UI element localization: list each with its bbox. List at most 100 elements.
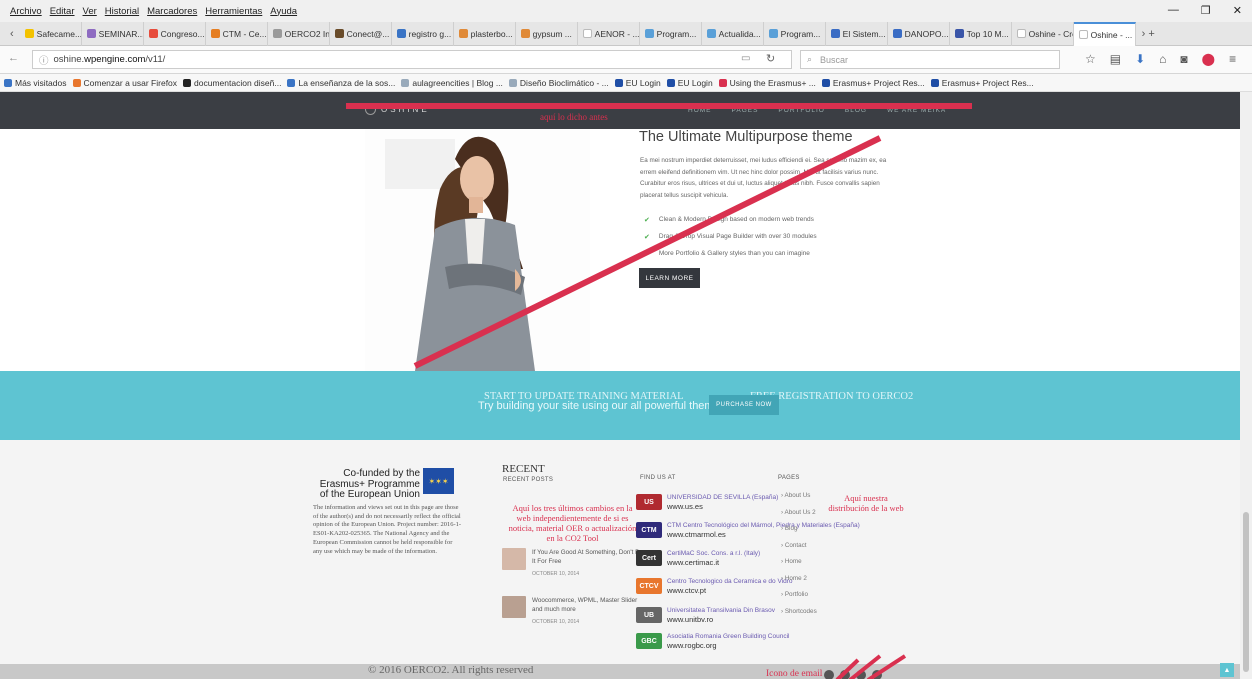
tab-16[interactable]: Oshine - Crea... bbox=[1012, 21, 1074, 46]
tab-9[interactable]: AENOR - ... bbox=[578, 21, 640, 46]
bookmarks-library-icon[interactable]: ▤ bbox=[1110, 52, 1121, 66]
tab-0[interactable]: Safecame... bbox=[20, 21, 82, 46]
bookmark-favicon-icon bbox=[183, 78, 192, 87]
tab-6[interactable]: registro g... bbox=[392, 21, 454, 46]
download-icon[interactable]: ⬇ bbox=[1135, 52, 1145, 66]
partner-url[interactable]: www.us.es bbox=[667, 502, 778, 511]
search-input[interactable]: ⌕ Buscar bbox=[800, 50, 1060, 69]
email-icon-note: Icono de email bbox=[766, 669, 823, 679]
partner-url[interactable]: www.rogbc.org bbox=[667, 641, 789, 650]
reader-icon[interactable]: ▭ bbox=[741, 53, 750, 64]
scrollbar-thumb[interactable] bbox=[1243, 512, 1249, 672]
partner-name: Asociatia Romania Green Building Council bbox=[667, 633, 790, 640]
bookmark-item[interactable]: Using the Erasmus+ ... bbox=[718, 77, 816, 88]
tab-1[interactable]: SEMINAR... bbox=[82, 21, 144, 46]
facebook-icon[interactable] bbox=[824, 670, 834, 679]
tab-7[interactable]: plasterbo... bbox=[454, 21, 516, 46]
info-icon[interactable]: ⓘ bbox=[39, 53, 49, 67]
bookmark-item[interactable]: Diseño Bioclimático - ... bbox=[508, 78, 609, 88]
page-link[interactable]: Home bbox=[781, 558, 802, 565]
partner-item[interactable]: GBC Asociatia Romania Green Building Coun… bbox=[636, 632, 789, 650]
menu-herramientas[interactable]: Herramientas bbox=[205, 6, 262, 17]
close-window-icon[interactable]: ✕ bbox=[1233, 4, 1242, 17]
partner-item[interactable]: CTCV Centro Tecnologico da Ceramica e do … bbox=[636, 577, 793, 595]
bookmark-item[interactable]: La enseñanza de la sos... bbox=[287, 78, 395, 88]
tab-8[interactable]: gypsum ... bbox=[516, 21, 578, 46]
bookmark-item[interactable]: EU Login bbox=[614, 78, 661, 88]
tabs-scroll-left-icon[interactable]: ‹ bbox=[4, 28, 20, 40]
scroll-to-top-icon[interactable]: ▲ bbox=[1220, 663, 1234, 677]
bookmark-item[interactable]: Más visitados bbox=[4, 78, 67, 88]
bookmark-item[interactable]: aulagreencities | Blog ... bbox=[401, 78, 503, 88]
menu-ayuda[interactable]: Ayuda bbox=[270, 6, 297, 17]
page-link[interactable]: Blog bbox=[781, 525, 798, 532]
bookmark-item[interactable]: Erasmus+ Project Res... bbox=[821, 78, 925, 88]
tab-15[interactable]: Top 10 M... bbox=[950, 21, 1012, 46]
adblock-icon[interactable]: ⬤ bbox=[1202, 52, 1215, 66]
partner-url[interactable]: www.ctcv.pt bbox=[667, 586, 793, 595]
tab-13[interactable]: El Sistem... bbox=[826, 21, 888, 46]
purchase-now-button[interactable]: PURCHASE NOW bbox=[709, 395, 779, 415]
twitter-icon[interactable] bbox=[840, 670, 850, 679]
tab-5[interactable]: Conect@... bbox=[330, 21, 392, 46]
bookmark-label: Using the Erasmus+ ... bbox=[729, 77, 816, 88]
home-icon[interactable]: ⌂ bbox=[1159, 52, 1166, 66]
post-thumbnail bbox=[502, 596, 526, 618]
page-link[interactable]: Home 2 bbox=[781, 575, 807, 582]
partner-name: Universitatea Transilvania Din Brasov bbox=[667, 607, 776, 614]
partner-item[interactable]: Cert CertiMaC Soc. Cons. a r.l. (Italy) ww… bbox=[636, 549, 760, 567]
menu-ver[interactable]: Ver bbox=[83, 6, 97, 17]
learn-more-button[interactable]: LEARN MORE bbox=[639, 268, 700, 288]
page-link[interactable]: About Us bbox=[781, 492, 811, 499]
partner-logo: CTCV bbox=[636, 578, 662, 594]
banner-overlay-update[interactable]: START TO UPDATE TRAINING MATERIAL bbox=[484, 391, 684, 402]
partner-url[interactable]: www.certimac.it bbox=[667, 558, 760, 567]
page-link[interactable]: Contact bbox=[781, 542, 807, 549]
partner-item[interactable]: US UNIVERSIDAD DE SEVILLA (España) www.us.… bbox=[636, 493, 778, 511]
bookmark-item[interactable]: documentacion diseñ... bbox=[183, 78, 281, 88]
tab-label: registro g... bbox=[408, 28, 452, 39]
partner-url[interactable]: www.unitbv.ro bbox=[667, 615, 775, 624]
bookmark-item[interactable]: Erasmus+ Project Res... bbox=[930, 78, 1034, 88]
bookmark-item[interactable]: Comenzar a usar Firefox bbox=[72, 78, 177, 88]
tab-11[interactable]: Actualida... bbox=[702, 21, 764, 46]
menu-editar[interactable]: Editar bbox=[50, 6, 75, 17]
page-link[interactable]: About Us 2 bbox=[781, 509, 816, 516]
tab-2[interactable]: Congreso... bbox=[144, 21, 206, 46]
tab-4[interactable]: OERCO2 Inter... bbox=[268, 21, 330, 46]
eu-flag-icon: ✶✶✶ bbox=[423, 468, 454, 494]
partner-item[interactable]: CTM CTM Centro Tecnológico del Mármol, Pi… bbox=[636, 521, 860, 539]
bookmark-star-icon[interactable]: ☆ bbox=[1085, 52, 1096, 66]
maximize-icon[interactable]: ❐ bbox=[1201, 4, 1211, 17]
recent-post[interactable]: Woocommerce, WPML, Master Slider and muc… bbox=[502, 596, 647, 627]
url-prefix: oshine. bbox=[53, 54, 85, 65]
menu-icon[interactable]: ≡ bbox=[1229, 52, 1236, 66]
back-icon[interactable]: ← bbox=[8, 52, 19, 64]
menu-marcadores[interactable]: Marcadores bbox=[147, 6, 197, 17]
tab-17[interactable]: Oshine - ...✕ bbox=[1073, 21, 1136, 46]
window-controls: — ❐ ✕ bbox=[1168, 4, 1242, 17]
new-tab-icon[interactable]: › + bbox=[1136, 28, 1161, 40]
tab-3[interactable]: CTM - Ce... bbox=[206, 21, 268, 46]
email-icon[interactable] bbox=[872, 670, 882, 679]
tab-favicon-icon bbox=[24, 29, 34, 38]
menu-archivo[interactable]: Archivo bbox=[10, 6, 42, 17]
bookmark-item[interactable]: EU Login bbox=[666, 78, 713, 88]
partner-item[interactable]: UB Universitatea Transilvania Din Brasov w… bbox=[636, 606, 775, 624]
bookmark-favicon-icon bbox=[821, 78, 830, 87]
tab-10[interactable]: Program... bbox=[640, 21, 702, 46]
linkedin-icon[interactable] bbox=[856, 670, 866, 679]
partner-url[interactable]: www.ctmarmol.es bbox=[667, 530, 860, 539]
reload-icon[interactable]: ↻ bbox=[766, 52, 775, 65]
page-link[interactable]: Portfolio bbox=[781, 591, 808, 598]
minimize-icon[interactable]: — bbox=[1168, 4, 1179, 17]
page-scrollbar[interactable] bbox=[1240, 92, 1252, 679]
tab-12[interactable]: Program... bbox=[764, 21, 826, 46]
page-link[interactable]: Shortcodes bbox=[781, 608, 817, 615]
tab-14[interactable]: DANOPO... bbox=[888, 21, 950, 46]
menu-historial[interactable]: Historial bbox=[105, 6, 139, 17]
pocket-icon[interactable]: ◙ bbox=[1180, 52, 1187, 66]
tab-label: CTM - Ce... bbox=[222, 28, 267, 39]
recent-post[interactable]: If You Are Good At Something, Don't Do I… bbox=[502, 548, 647, 579]
url-input[interactable]: ⓘ oshine.wpengine.com/v11/ ▭ ↻ bbox=[32, 50, 792, 69]
